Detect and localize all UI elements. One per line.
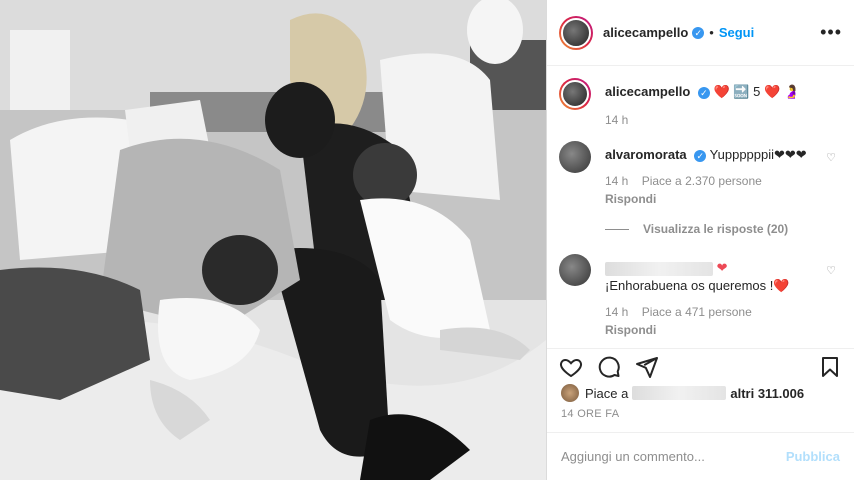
comment-like-heart-icon[interactable]: ♡: [826, 264, 836, 277]
blurred-username: [605, 261, 713, 276]
avatar[interactable]: [559, 15, 593, 50]
comment-likes[interactable]: Piace a 2.370 persone: [642, 174, 762, 188]
heart-icon[interactable]: [559, 355, 583, 379]
post-photo[interactable]: [0, 0, 546, 480]
comment-text: ¡Enhorabuena os queremos !❤️: [605, 278, 790, 293]
comment-avatar[interactable]: [559, 254, 591, 286]
comment-like-heart-icon[interactable]: ♡: [826, 151, 836, 164]
comment-time[interactable]: 14 h: [605, 305, 628, 319]
comment-input[interactable]: Aggiungi un commento...: [561, 449, 705, 464]
comments-list[interactable]: alicecampello ✓ ❤️ 🔜 5 ❤️ 🤰 14 h alvarom…: [547, 66, 854, 348]
reply-button[interactable]: Rispondi: [605, 321, 790, 339]
caption-text: ❤️ 🔜 5 ❤️ 🤰: [713, 84, 800, 99]
likes-summary[interactable]: Piace a altri 311.006: [561, 384, 840, 402]
verified-icon: ✓: [697, 86, 710, 99]
caption: alicecampello ✓ ❤️ 🔜 5 ❤️ 🤰 14 h: [559, 78, 840, 129]
family-photo-image: [0, 0, 546, 480]
likes-suffix[interactable]: altri 311.006: [730, 386, 804, 401]
header-username[interactable]: alicecampello: [603, 25, 688, 40]
action-bar: [547, 348, 854, 384]
separator-dot: •: [709, 25, 714, 40]
caption-username[interactable]: alicecampello: [605, 84, 690, 99]
comment-avatar[interactable]: [559, 141, 591, 173]
reply-button[interactable]: Rispondi: [605, 190, 807, 208]
comment-username[interactable]: alvaromorata: [605, 147, 687, 162]
post-timestamp[interactable]: 14 ORE FA: [561, 408, 619, 420]
publish-button[interactable]: Pubblica: [786, 449, 840, 464]
comment-time[interactable]: 14 h: [605, 174, 628, 188]
caption-avatar[interactable]: [559, 78, 591, 110]
bookmark-icon[interactable]: [818, 355, 842, 379]
likes-prefix: Piace a: [585, 385, 629, 401]
comment-item: ❤ ¡Enhorabuena os queremos !❤️ 14 h Piac…: [559, 254, 840, 339]
post-header: alicecampello ✓ • Segui •••: [547, 0, 854, 66]
blurred-liker-name: [632, 386, 727, 400]
comment-icon[interactable]: [597, 355, 621, 379]
divider-line: [605, 228, 629, 230]
add-comment-bar: Aggiungi un commento... Pubblica: [547, 432, 854, 480]
comment-text: Yuppppppii❤❤❤: [709, 147, 807, 162]
liker-avatar: [561, 384, 579, 402]
heart-emoji: ❤: [716, 260, 728, 275]
caption-time[interactable]: 14 h: [605, 113, 628, 127]
share-icon[interactable]: [635, 355, 659, 379]
follow-button[interactable]: Segui: [719, 25, 754, 40]
verified-icon: ✓: [692, 26, 705, 39]
comment-item: alvaromorata ✓ Yuppppppii❤❤❤ 14 h Piace …: [559, 141, 840, 208]
view-replies-label: Visualizza le risposte (20): [643, 222, 789, 236]
more-options-icon[interactable]: •••: [820, 22, 842, 43]
verified-icon: ✓: [694, 149, 707, 162]
post-details-panel: alicecampello ✓ • Segui ••• alicecampell…: [546, 0, 854, 480]
view-replies-button[interactable]: Visualizza le risposte (20): [605, 222, 840, 236]
comment-likes[interactable]: Piace a 471 persone: [642, 305, 752, 319]
